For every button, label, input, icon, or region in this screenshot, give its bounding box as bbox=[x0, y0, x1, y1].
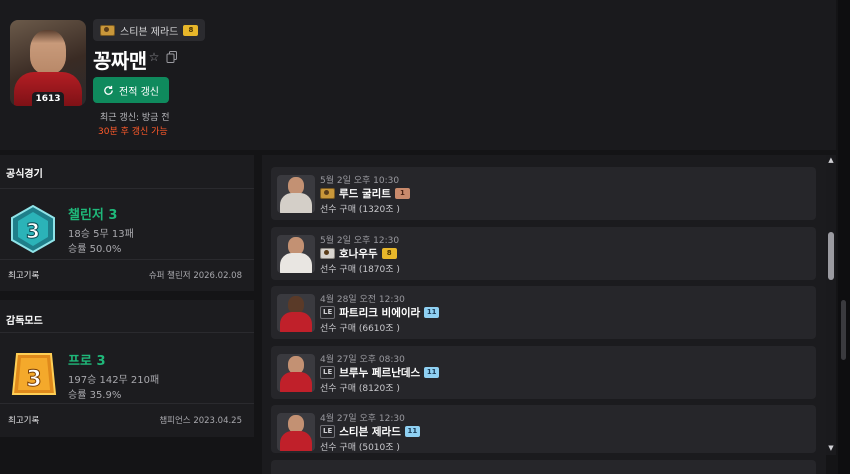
season-icon bbox=[320, 248, 335, 259]
transaction-item[interactable]: 5월 2일 오후 10:30 루드 굴리트 1 선수 구매 (1320조 ) bbox=[271, 167, 816, 220]
profile-header: 1613 스티븐 제라드 8 꽁짜맨 ☆ 전적 갱신 최근 갱신: 방금 전 3… bbox=[0, 0, 836, 150]
divider bbox=[0, 188, 254, 189]
transaction-player: LE 파트리크 비에이라 11 bbox=[320, 305, 440, 320]
grade-badge: 11 bbox=[404, 426, 420, 437]
transaction-date: 4월 27일 오후 12:30 bbox=[320, 414, 405, 424]
manager-title: 감독모드 bbox=[6, 316, 43, 327]
season-icon: LE bbox=[320, 306, 336, 319]
official-record: 18승 5무 13패 bbox=[68, 229, 134, 240]
divider bbox=[0, 403, 254, 404]
challenger-rank-icon: 3 bbox=[11, 205, 55, 253]
transaction-date: 4월 28일 오전 12:30 bbox=[320, 295, 405, 305]
page-scrollbar[interactable] bbox=[838, 0, 850, 474]
transaction-player: LE 브루누 페르난데스 11 bbox=[320, 365, 440, 380]
refresh-button[interactable]: 전적 갱신 bbox=[93, 77, 169, 103]
svg-text:3: 3 bbox=[26, 219, 40, 243]
grade-badge: 11 bbox=[424, 367, 440, 378]
season-icon: LE bbox=[320, 425, 336, 438]
player-thumbnail bbox=[277, 175, 315, 213]
player-thumbnail bbox=[277, 354, 315, 392]
official-match-panel: 공식경기 3 챌린저 3 18승 5무 13패 승률 50.0% 최고기록 슈퍼… bbox=[0, 155, 254, 291]
manager-rank-name: 프로 3 bbox=[68, 354, 106, 369]
representative-player-badge: 스티븐 제라드 8 bbox=[93, 19, 206, 41]
official-rank-name: 챌린저 3 bbox=[68, 208, 118, 223]
list-scrollbar[interactable] bbox=[826, 155, 836, 455]
season-icon bbox=[100, 24, 115, 36]
grade-badge: 8 bbox=[381, 248, 397, 259]
season-icon bbox=[320, 188, 335, 199]
official-best-value: 슈퍼 챌린저 2026.02.08 bbox=[148, 271, 242, 281]
transaction-item[interactable] bbox=[271, 460, 816, 474]
player-thumbnail bbox=[277, 294, 315, 332]
transaction-price: 선수 구매 (5010조 ) bbox=[320, 443, 400, 453]
next-refresh-text: 30분 후 갱신 가능 bbox=[98, 127, 168, 137]
scroll-up-arrow[interactable]: ▲ bbox=[826, 155, 836, 165]
svg-text:3: 3 bbox=[26, 367, 41, 392]
scroll-down-arrow[interactable]: ▼ bbox=[826, 443, 836, 453]
grade-badge: 8 bbox=[183, 24, 199, 36]
refresh-icon bbox=[104, 85, 113, 95]
manager-mode-panel: 감독모드 3 프로 3 197승 142무 210패 승률 35.9% 최고기록… bbox=[0, 300, 254, 437]
last-refresh-text: 최근 갱신: 방금 전 bbox=[100, 113, 170, 123]
divider bbox=[0, 259, 254, 260]
manager-record: 197승 142무 210패 bbox=[68, 375, 160, 386]
manager-best-value: 챔피언스 2023.04.25 bbox=[159, 416, 242, 426]
transaction-item[interactable]: 5월 2일 오후 12:30 호나우두 8 선수 구매 (1870조 ) bbox=[271, 227, 816, 280]
official-win-rate: 승률 50.0% bbox=[68, 244, 122, 255]
transaction-date: 5월 2일 오후 12:30 bbox=[320, 236, 400, 246]
transaction-price: 선수 구매 (1320조 ) bbox=[320, 205, 400, 215]
grade-badge: 1 bbox=[394, 188, 410, 199]
transaction-player: LE 스티븐 제라드 11 bbox=[320, 424, 420, 439]
list-scrollbar-thumb[interactable] bbox=[828, 232, 834, 280]
transaction-date: 4월 27일 오후 08:30 bbox=[320, 355, 405, 365]
transaction-item[interactable]: 4월 28일 오전 12:30 LE 파트리크 비에이라 11 선수 구매 (6… bbox=[271, 286, 816, 339]
representative-player-name: 스티븐 제라드 bbox=[120, 26, 179, 38]
star-icon[interactable]: ☆ bbox=[148, 51, 160, 63]
copy-icon[interactable] bbox=[166, 51, 178, 63]
player-name: 파트리크 비에이라 bbox=[339, 307, 421, 319]
avatar-face bbox=[30, 30, 66, 74]
player-name: 스티븐 제라드 bbox=[339, 426, 401, 438]
transaction-item[interactable]: 4월 27일 오후 12:30 LE 스티븐 제라드 11 선수 구매 (501… bbox=[271, 405, 816, 453]
season-icon: LE bbox=[320, 366, 336, 379]
transaction-item[interactable]: 4월 27일 오후 08:30 LE 브루누 페르난데스 11 선수 구매 (8… bbox=[271, 346, 816, 399]
player-name: 호나우두 bbox=[339, 248, 378, 260]
manager-win-rate: 승률 35.9% bbox=[68, 390, 122, 401]
level-badge: 1613 bbox=[32, 92, 64, 106]
pro-rank-icon: 3 bbox=[11, 353, 57, 395]
player-avatar: 1613 bbox=[10, 20, 86, 106]
transaction-player: 호나우두 8 bbox=[320, 246, 397, 261]
refresh-label: 전적 갱신 bbox=[119, 86, 159, 98]
transaction-price: 선수 구매 (8120조 ) bbox=[320, 384, 400, 394]
nickname: 꽁짜맨 bbox=[93, 49, 147, 73]
official-title: 공식경기 bbox=[6, 169, 43, 180]
grade-badge: 11 bbox=[424, 307, 440, 318]
manager-best-label: 최고기록 bbox=[8, 416, 40, 426]
divider bbox=[0, 332, 254, 333]
transaction-price: 선수 구매 (1870조 ) bbox=[320, 265, 400, 275]
transaction-price: 선수 구매 (6610조 ) bbox=[320, 324, 400, 334]
player-thumbnail bbox=[277, 235, 315, 273]
page-scrollbar-thumb[interactable] bbox=[841, 300, 846, 360]
official-best-label: 최고기록 bbox=[8, 271, 40, 281]
transaction-player: 루드 굴리트 1 bbox=[320, 186, 410, 201]
player-thumbnail bbox=[277, 413, 315, 451]
transaction-date: 5월 2일 오후 10:30 bbox=[320, 176, 400, 186]
player-name: 루드 굴리트 bbox=[339, 188, 391, 200]
player-name: 브루누 페르난데스 bbox=[339, 367, 421, 379]
